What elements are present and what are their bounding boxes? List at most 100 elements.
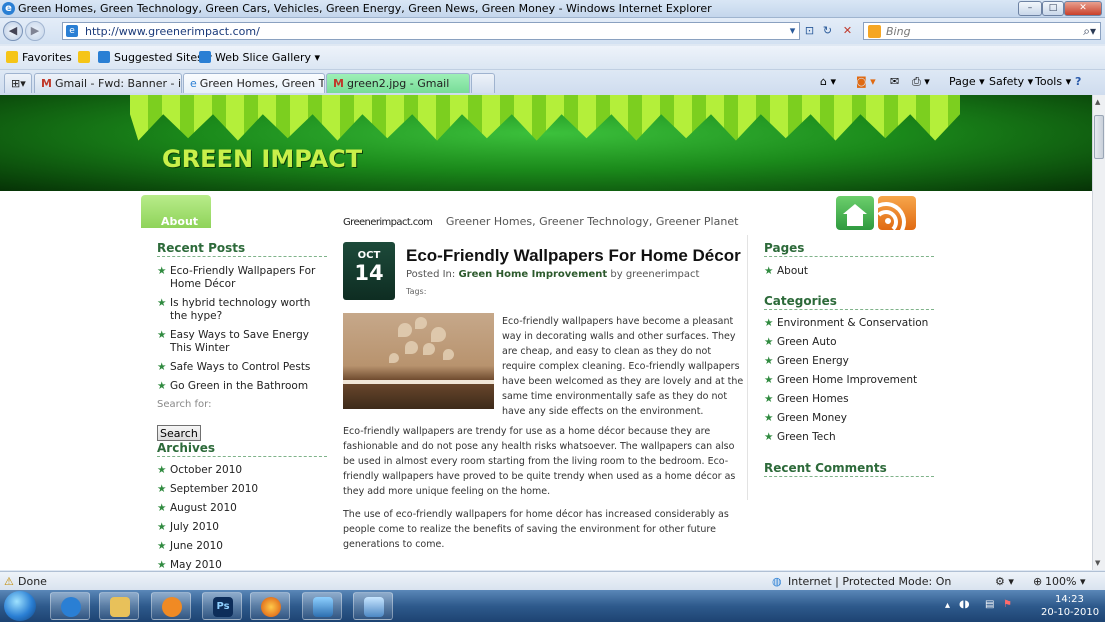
volume-icon[interactable]: ◖◗: [959, 599, 970, 610]
feeds-icon[interactable]: ◙ ▾: [856, 75, 876, 88]
quick-tabs-button[interactable]: ⊞▾: [4, 73, 32, 93]
action-center-icon[interactable]: ⚑: [1003, 599, 1012, 610]
category-label[interactable]: Green Auto: [777, 336, 837, 348]
post-category-link[interactable]: Green Home Improvement: [458, 269, 607, 280]
archive-label[interactable]: August 2010: [170, 502, 237, 514]
archive-link[interactable]: ★ October 2010: [157, 464, 327, 477]
tab-green-homes[interactable]: eGreen Homes, Green T...✕: [183, 73, 325, 93]
recent-post-link[interactable]: ★ Is hybrid technology worth the hype?: [157, 297, 327, 323]
archive-link[interactable]: ★ July 2010: [157, 521, 327, 534]
home-icon[interactable]: [836, 196, 874, 230]
tools-menu[interactable]: Tools ▾: [1035, 75, 1071, 88]
recent-post-title[interactable]: Is hybrid technology worth the hype?: [170, 297, 310, 322]
archive-label[interactable]: June 2010: [170, 540, 223, 552]
add-favorite-icon[interactable]: [78, 51, 94, 64]
close-window-button[interactable]: ✕: [1064, 1, 1102, 16]
safety-menu[interactable]: Safety ▾: [989, 75, 1033, 88]
search-icon[interactable]: ⌕▾: [1083, 24, 1096, 39]
page-link-label[interactable]: About: [777, 265, 808, 277]
folder-icon: [110, 597, 130, 617]
refresh-icon[interactable]: ↻: [820, 23, 835, 38]
recent-post-link[interactable]: ★ Go Green in the Bathroom: [157, 380, 327, 393]
compatibility-view-icon[interactable]: ⊡: [802, 23, 817, 38]
recent-post-link[interactable]: ★ Eco-Friendly Wallpapers For Home Décor: [157, 265, 327, 291]
page-link[interactable]: ★ About: [764, 265, 934, 278]
search-box[interactable]: Bing ⌕▾: [863, 22, 1101, 40]
scroll-up-arrow-icon[interactable]: ▲: [1095, 98, 1100, 106]
print-icon[interactable]: ⎙ ▾: [912, 75, 930, 89]
web-slice-gallery-label: Web Slice Gallery ▾: [215, 51, 321, 64]
taskbar-media-player[interactable]: [151, 592, 191, 620]
zoom-level[interactable]: 100%: [1045, 575, 1076, 588]
category-link[interactable]: ★ Green Money: [764, 412, 934, 425]
stop-icon[interactable]: ✕: [840, 23, 855, 38]
help-icon[interactable]: ?: [1075, 75, 1081, 88]
favorites-button[interactable]: Favorites: [6, 51, 72, 64]
scrollbar-thumb[interactable]: [1094, 115, 1104, 159]
network-icon[interactable]: ▤: [985, 599, 994, 610]
rss-icon[interactable]: [878, 196, 916, 230]
category-label[interactable]: Green Homes: [777, 393, 849, 405]
taskbar-internet-explorer[interactable]: [50, 592, 90, 620]
maximize-button[interactable]: □: [1042, 1, 1064, 16]
address-bar[interactable]: e http://www.greenerimpact.com/: [62, 22, 800, 40]
search-button[interactable]: Search: [157, 425, 201, 441]
category-label[interactable]: Green Home Improvement: [777, 374, 917, 386]
scroll-down-arrow-icon[interactable]: ▼: [1095, 559, 1100, 567]
recent-post-title[interactable]: Safe Ways to Control Pests: [170, 361, 310, 373]
category-link[interactable]: ★ Environment & Conservation: [764, 317, 934, 330]
archive-link[interactable]: ★ May 2010: [157, 559, 327, 570]
category-label[interactable]: Green Money: [777, 412, 847, 424]
tab-gmail-banner[interactable]: MGmail - Fwd: Banner - ila.v...: [34, 73, 182, 93]
category-label[interactable]: Environment & Conservation: [777, 317, 928, 329]
start-button[interactable]: [4, 591, 36, 621]
category-link[interactable]: ★ Green Tech: [764, 431, 934, 444]
archive-label[interactable]: May 2010: [170, 559, 222, 570]
category-label[interactable]: Green Energy: [777, 355, 849, 367]
category-link[interactable]: ★ Green Home Improvement: [764, 374, 934, 387]
archive-label[interactable]: July 2010: [170, 521, 219, 533]
tray-arrow-icon[interactable]: ▴: [945, 600, 950, 611]
recent-post-link[interactable]: ★ Easy Ways to Save Energy This Winter: [157, 329, 327, 355]
archive-link[interactable]: ★ August 2010: [157, 502, 327, 515]
minimize-button[interactable]: –: [1018, 1, 1042, 16]
taskbar-photoshop[interactable]: Ps: [202, 592, 242, 620]
category-link[interactable]: ★ Green Energy: [764, 355, 934, 368]
recent-post-title[interactable]: Easy Ways to Save Energy This Winter: [170, 329, 309, 354]
taskbar-explorer[interactable]: [99, 592, 139, 620]
post-title[interactable]: Eco-Friendly Wallpapers For Home Décor: [406, 246, 741, 266]
forward-button[interactable]: ▶: [25, 21, 45, 41]
new-tab-button[interactable]: [471, 73, 495, 93]
post-author[interactable]: greenerimpact: [626, 269, 700, 280]
clock-time[interactable]: 14:23: [1055, 594, 1084, 605]
tab-green2-gmail[interactable]: Mgreen2.jpg - Gmail: [326, 73, 470, 93]
recent-post-link[interactable]: ★ Safe Ways to Control Pests: [157, 361, 327, 374]
security-zone[interactable]: Internet | Protected Mode: On: [788, 575, 951, 588]
page-menu[interactable]: Page ▾: [949, 75, 985, 88]
back-button[interactable]: ◀: [3, 21, 23, 41]
clock-date[interactable]: 20-10-2010: [1041, 607, 1099, 618]
home-icon[interactable]: ⌂ ▾: [820, 75, 836, 88]
taskbar-firefox[interactable]: [250, 592, 290, 620]
web-slice-gallery-link[interactable]: Web Slice Gallery ▾: [199, 51, 320, 64]
address-dropdown-icon[interactable]: ▾: [785, 23, 800, 38]
protected-mode-icon[interactable]: ⚙ ▾: [995, 575, 1014, 588]
archive-label[interactable]: September 2010: [170, 483, 258, 495]
archive-link[interactable]: ★ June 2010: [157, 540, 327, 553]
taskbar-picture-viewer[interactable]: [302, 592, 342, 620]
zoom-dropdown-icon[interactable]: ▾: [1080, 575, 1086, 588]
taskbar-network-app[interactable]: [353, 592, 393, 620]
read-mail-icon[interactable]: ✉: [890, 75, 899, 88]
nav-about-tab[interactable]: About: [141, 195, 211, 228]
url-text[interactable]: http://www.greenerimpact.com/: [85, 25, 260, 38]
recent-post-title[interactable]: Eco-Friendly Wallpapers For Home Décor: [170, 265, 315, 290]
suggested-sites-link[interactable]: Suggested Sites ▾: [98, 51, 212, 64]
site-logo[interactable]: GREEN IMPACT: [162, 145, 362, 173]
category-link[interactable]: ★ Green Auto: [764, 336, 934, 349]
recent-post-title[interactable]: Go Green in the Bathroom: [170, 380, 308, 392]
vertical-scrollbar[interactable]: ▲ ▼: [1092, 95, 1105, 570]
category-link[interactable]: ★ Green Homes: [764, 393, 934, 406]
archive-label[interactable]: October 2010: [170, 464, 242, 476]
archive-link[interactable]: ★ September 2010: [157, 483, 327, 496]
category-label[interactable]: Green Tech: [777, 431, 836, 443]
